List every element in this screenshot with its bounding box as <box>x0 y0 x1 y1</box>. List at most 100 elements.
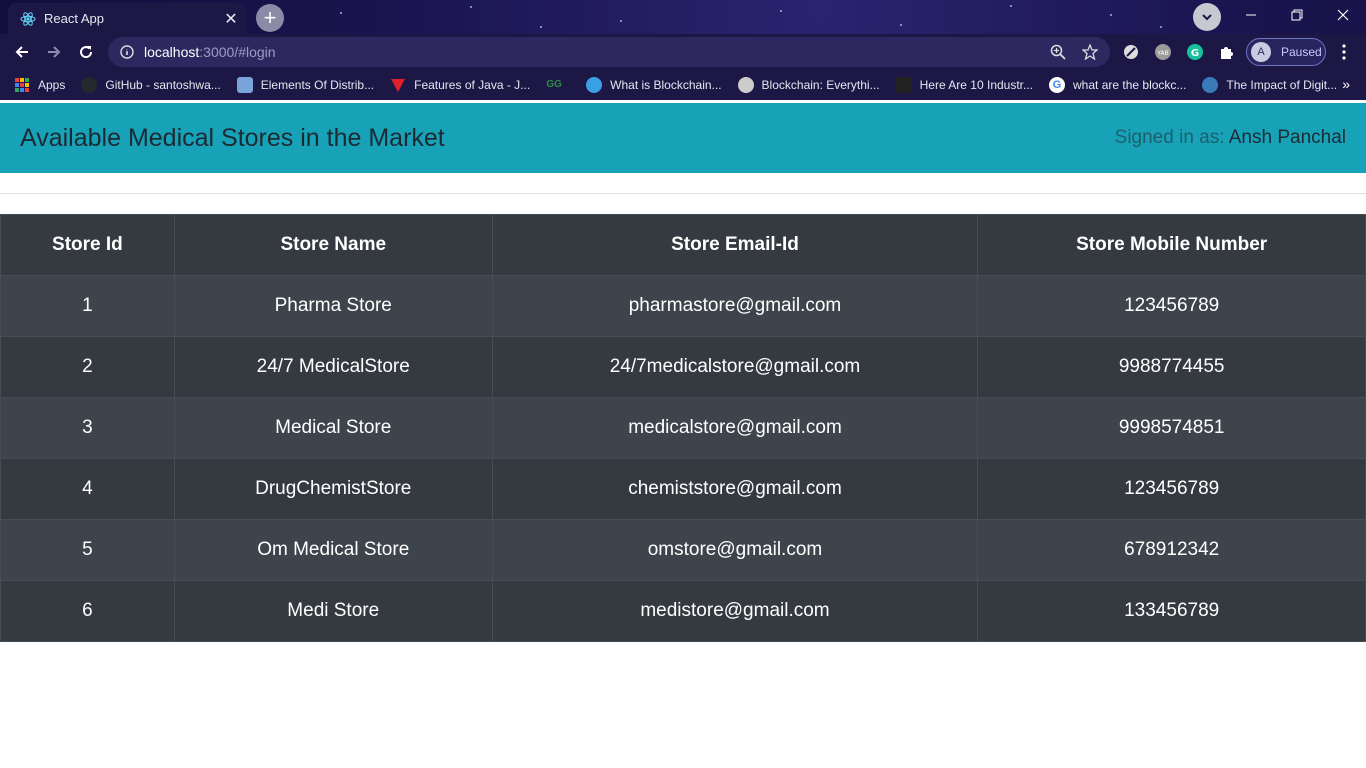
back-button[interactable] <box>8 38 36 66</box>
store-mobile-cell: 123456789 <box>977 458 1366 520</box>
profile-status: Paused <box>1281 45 1322 59</box>
javatpoint-icon <box>391 79 406 92</box>
column-header: Store Id <box>0 214 175 276</box>
store-email-cell: 24/7medicalstore@gmail.com <box>491 336 979 398</box>
bookmarks-bar: Apps GitHub - santoshwa... Elements Of D… <box>0 70 1366 100</box>
blockchain-icon <box>737 77 754 93</box>
close-window-button[interactable] <box>1320 0 1366 30</box>
store-id-cell: 6 <box>0 580 175 642</box>
bookmark-item[interactable]: Elements Of Distrib... <box>236 77 375 93</box>
table-row: 4 DrugChemistStore chemiststore@gmail.co… <box>0 458 1366 520</box>
arrow-left-icon <box>15 46 28 58</box>
bookmark-item[interactable]: GitHub - santoshwa... <box>81 77 221 93</box>
arrow-right-icon <box>48 46 61 58</box>
store-mobile-cell: 133456789 <box>977 580 1366 642</box>
reload-button[interactable] <box>72 38 100 66</box>
bookmark-item[interactable]: The Impact of Digit... <box>1202 77 1337 93</box>
bookmark-item[interactable]: Blockchain: Everythi... <box>737 77 880 93</box>
store-email-cell: pharmastore@gmail.com <box>491 275 979 337</box>
bookmark-label: What is Blockchain... <box>610 78 722 92</box>
store-mobile-cell: 9998574851 <box>977 397 1366 459</box>
app-header: Available Medical Stores in the Market S… <box>0 103 1366 173</box>
bookmark-star-icon[interactable] <box>1082 44 1098 60</box>
yab-extension-icon[interactable]: YAB <box>1153 42 1173 62</box>
store-email-cell: medicalstore@gmail.com <box>491 397 979 459</box>
page-title: Available Medical Stores in the Market <box>20 123 445 152</box>
store-name-cell: Medical Store <box>173 397 493 459</box>
signed-in-info: Signed in as: Ansh Panchal <box>1115 127 1346 149</box>
store-email-cell: omstore@gmail.com <box>491 519 979 581</box>
svg-text:G: G <box>1191 48 1199 59</box>
divider <box>0 193 1366 194</box>
bookmark-label: what are the blockc... <box>1073 78 1187 92</box>
apps-grid-icon <box>15 78 29 92</box>
book-icon <box>236 77 253 93</box>
table-row: 5 Om Medical Store omstore@gmail.com 678… <box>0 519 1366 581</box>
tab-search-button[interactable] <box>1193 3 1221 31</box>
table-row: 3 Medical Store medicalstore@gmail.com 9… <box>0 397 1366 459</box>
close-tab-icon[interactable]: ✕ <box>220 9 242 29</box>
bookmark-label: Blockchain: Everythi... <box>761 78 880 92</box>
page-icon <box>895 77 912 93</box>
bookmark-item[interactable]: GG <box>546 77 570 93</box>
store-name-cell: Om Medical Store <box>173 519 493 581</box>
bookmark-label: Here Are 10 Industr... <box>919 78 1034 92</box>
store-name-cell: 24/7 MedicalStore <box>173 336 493 398</box>
minimize-button[interactable] <box>1228 0 1274 30</box>
signed-in-user[interactable]: Ansh Panchal <box>1229 127 1346 148</box>
site-icon <box>1202 77 1219 93</box>
react-icon <box>20 11 36 26</box>
signed-in-label: Signed in as: <box>1114 127 1229 148</box>
globe-icon <box>586 77 603 93</box>
table-header-row: Store Id Store Name Store Email-Id Store… <box>0 214 1366 276</box>
more-bookmarks-icon[interactable]: » <box>1342 76 1350 92</box>
info-icon <box>120 45 134 59</box>
new-tab-button[interactable]: + <box>256 4 284 32</box>
tab-title: React App <box>44 11 104 26</box>
block-extension-icon[interactable] <box>1121 42 1141 62</box>
table-row: 1 Pharma Store pharmastore@gmail.com 123… <box>0 275 1366 337</box>
kebab-menu-icon[interactable] <box>1334 42 1354 62</box>
reload-icon <box>80 46 93 59</box>
geeksforgeeks-icon: GG <box>546 79 562 90</box>
close-icon <box>1337 9 1349 21</box>
restore-button[interactable] <box>1274 0 1320 30</box>
column-header: Store Mobile Number <box>977 214 1366 276</box>
address-bar[interactable]: localhost:3000/#login <box>108 37 1110 67</box>
avatar: A <box>1251 42 1271 62</box>
bookmark-item[interactable]: G what are the blockc... <box>1049 77 1186 93</box>
store-name-cell: Pharma Store <box>173 275 493 337</box>
table-row: 6 Medi Store medistore@gmail.com 1334567… <box>0 580 1366 642</box>
page-content: Available Medical Stores in the Market S… <box>0 100 1366 768</box>
bookmark-item[interactable]: What is Blockchain... <box>586 77 722 93</box>
url-path: :3000/#login <box>199 44 276 60</box>
zoom-icon[interactable] <box>1050 44 1066 60</box>
store-id-cell: 1 <box>0 275 175 337</box>
forward-button[interactable] <box>40 38 68 66</box>
bookmark-label: Elements Of Distrib... <box>260 78 375 92</box>
browser-toolbar: localhost:3000/#login YAB G A Paused <box>0 34 1366 70</box>
bookmark-label: Features of Java - J... <box>414 78 531 92</box>
store-id-cell: 3 <box>0 397 175 459</box>
bookmark-item[interactable]: Features of Java - J... <box>390 77 530 93</box>
store-id-cell: 2 <box>0 336 175 398</box>
column-header: Store Name <box>173 214 493 276</box>
restore-icon <box>1291 9 1303 21</box>
table-row: 2 24/7 MedicalStore 24/7medicalstore@gma… <box>0 336 1366 398</box>
store-mobile-cell: 9988774455 <box>977 336 1366 398</box>
grammarly-icon[interactable]: G <box>1185 42 1205 62</box>
google-icon: G <box>1049 77 1066 93</box>
svg-text:YAB: YAB <box>1156 50 1168 57</box>
bookmark-label: GitHub - santoshwa... <box>105 78 221 92</box>
puzzle-icon[interactable] <box>1217 42 1237 62</box>
bookmark-label: The Impact of Digit... <box>1226 78 1338 92</box>
bookmark-item[interactable]: Here Are 10 Industr... <box>895 77 1034 93</box>
url-host: localhost <box>144 44 200 60</box>
minimize-icon <box>1246 14 1256 16</box>
store-name-cell: Medi Store <box>173 580 493 642</box>
store-mobile-cell: 678912342 <box>977 519 1366 581</box>
tab-react-app[interactable]: React App ✕ <box>8 3 246 34</box>
bookmark-apps[interactable]: Apps <box>14 77 65 93</box>
profile-button[interactable]: A Paused <box>1246 38 1326 66</box>
store-mobile-cell: 123456789 <box>977 275 1366 337</box>
